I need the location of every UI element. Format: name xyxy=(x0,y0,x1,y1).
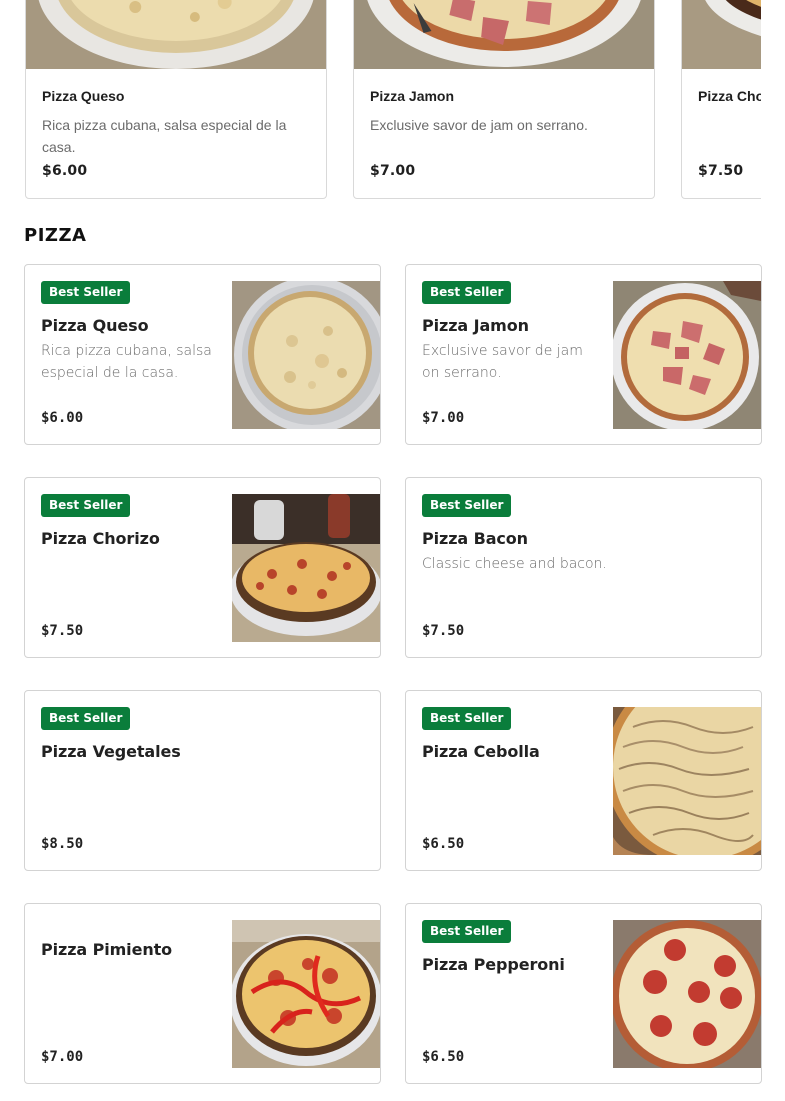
menu-item-description: Classic cheese and bacon. xyxy=(422,556,607,572)
menu-item-price: $6.50 xyxy=(422,1049,465,1065)
carousel-item-name: Pizza Jamon xyxy=(370,88,455,104)
best-seller-badge: Best Seller xyxy=(422,494,512,517)
pizza-chorizo-photo xyxy=(232,494,380,642)
menu-card-pizza-pepperoni[interactable]: Best Seller Pizza Pepperoni $6.50 xyxy=(405,903,762,1084)
carousel-item-price: $6.00 xyxy=(42,163,88,179)
menu-item-name: Pizza Chorizo xyxy=(41,529,160,548)
menu-item-price: $8.50 xyxy=(41,836,84,852)
carousel-card-pizza-queso[interactable]: Pizza Queso Rica pizza cubana, salsa esp… xyxy=(25,0,327,199)
menu-item-price: $6.50 xyxy=(422,836,465,852)
menu-item-name: Pizza Pepperoni xyxy=(422,955,565,974)
menu-item-name: Pizza Pimiento xyxy=(41,940,173,959)
menu-item-price: $6.00 xyxy=(41,410,84,426)
carousel-item-price: $7.00 xyxy=(370,163,416,179)
carousel-item-price: $7.50 xyxy=(698,163,744,179)
best-seller-badge: Best Seller xyxy=(422,707,512,730)
menu-item-name: Pizza Queso xyxy=(41,316,149,335)
pizza-pimiento-photo xyxy=(232,920,380,1068)
carousel-item-description: Rica pizza cubana, salsa especial de la … xyxy=(42,117,287,155)
menu-card-pizza-pimiento[interactable]: Pizza Pimiento $7.00 xyxy=(24,903,381,1084)
menu-item-description: Exclusive savor de jam on serrano. xyxy=(422,343,583,381)
carousel-item-description: Exclusive savor de jam on serrano. xyxy=(370,117,588,133)
pizza-cebolla-photo xyxy=(613,707,761,855)
menu-item-name: Pizza Bacon xyxy=(422,529,528,548)
menu-item-price: $7.50 xyxy=(422,623,465,639)
menu-item-price: $7.00 xyxy=(422,410,465,426)
carousel-card-pizza-jamon[interactable]: Pizza Jamon Exclusive savor de jam on se… xyxy=(353,0,655,199)
best-seller-badge: Best Seller xyxy=(41,494,131,517)
menu-item-description: Rica pizza cubana, salsa especial de la … xyxy=(41,343,212,381)
menu-item-price: $7.00 xyxy=(41,1049,84,1065)
menu-card-pizza-jamon[interactable]: Best Seller Pizza Jamon Exclusive savor … xyxy=(405,264,762,445)
menu-card-pizza-queso[interactable]: Best Seller Pizza Queso Rica pizza cuban… xyxy=(24,264,381,445)
best-seller-badge: Best Seller xyxy=(41,707,131,730)
menu-item-name: Pizza Cebolla xyxy=(422,742,540,761)
pizza-jamon-photo xyxy=(354,0,654,69)
best-seller-badge: Best Seller xyxy=(41,281,131,304)
best-seller-badge: Best Seller xyxy=(422,281,512,304)
carousel-item-name: Pizza Cho xyxy=(698,88,761,104)
pizza-pepperoni-photo xyxy=(613,920,761,1068)
featured-carousel[interactable]: Pizza Queso Rica pizza cubana, salsa esp… xyxy=(0,0,761,200)
best-seller-badge: Best Seller xyxy=(422,920,512,943)
carousel-card-pizza-chorizo[interactable]: Pizza Cho $7.50 xyxy=(681,0,761,199)
pizza-queso-photo xyxy=(26,0,326,69)
menu-card-pizza-cebolla[interactable]: Best Seller Pizza Cebolla $6.50 xyxy=(405,690,762,871)
menu-item-name: Pizza Vegetales xyxy=(41,742,181,761)
carousel-item-name: Pizza Queso xyxy=(42,88,125,104)
menu-item-price: $7.50 xyxy=(41,623,84,639)
menu-card-pizza-chorizo[interactable]: Best Seller Pizza Chorizo $7.50 xyxy=(24,477,381,658)
pizza-jamon-photo xyxy=(613,281,761,429)
menu-card-pizza-vegetales[interactable]: Best Seller Pizza Vegetales $8.50 xyxy=(24,690,381,871)
pizza-queso-photo xyxy=(232,281,380,429)
pizza-chorizo-photo xyxy=(682,0,761,69)
section-title: PIZZA xyxy=(24,225,87,246)
menu-card-pizza-bacon[interactable]: Best Seller Pizza Bacon Classic cheese a… xyxy=(405,477,762,658)
menu-item-name: Pizza Jamon xyxy=(422,316,529,335)
